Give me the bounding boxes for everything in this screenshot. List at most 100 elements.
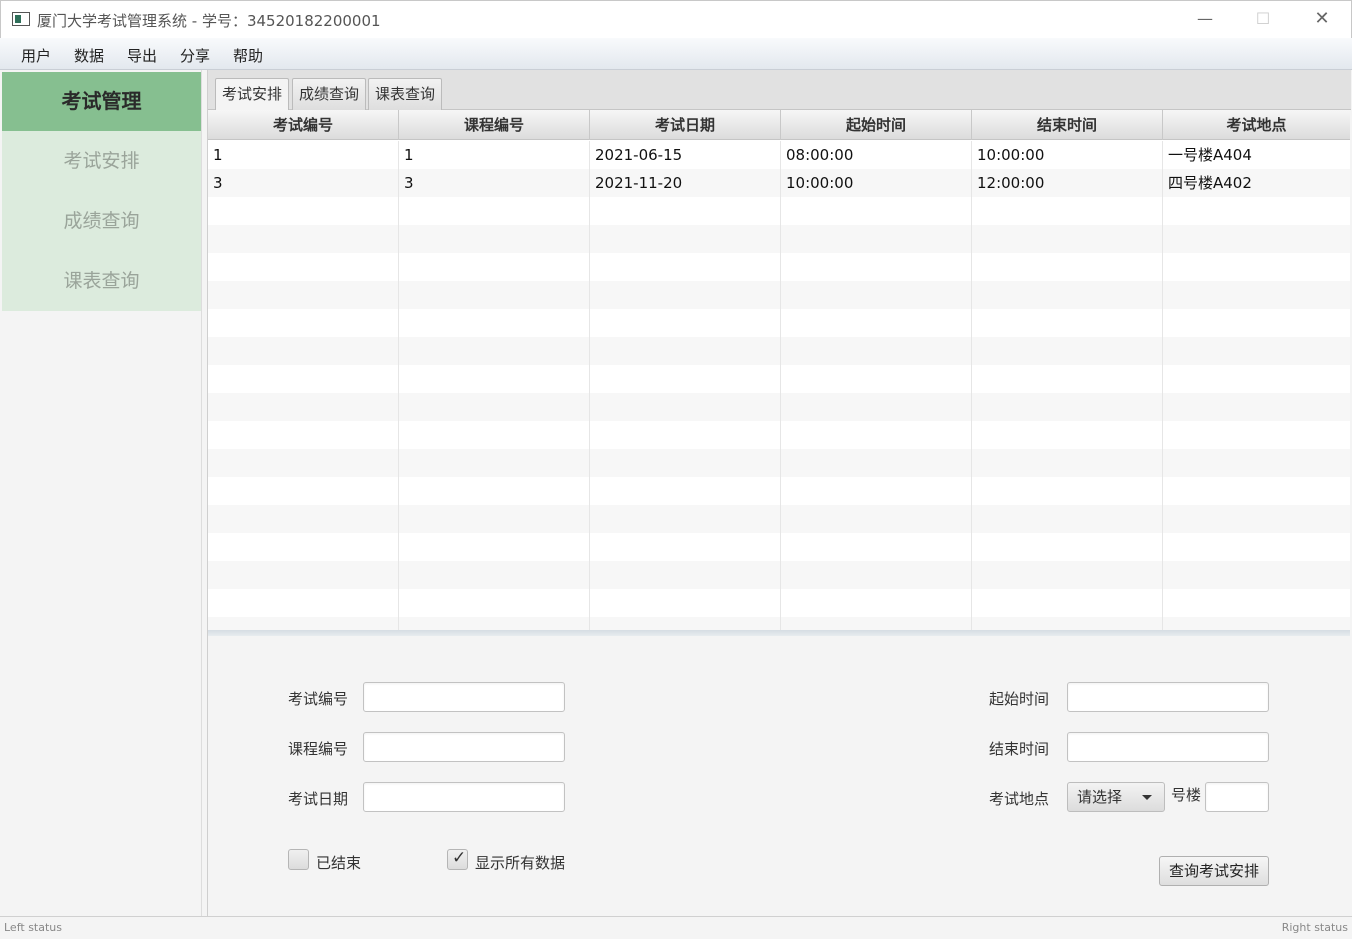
table-cell (1163, 197, 1350, 225)
table-cell (399, 617, 590, 630)
table-cell (972, 337, 1163, 365)
table-cell: 08:00:00 (781, 141, 972, 169)
table-cell: 2021-11-20 (590, 169, 781, 197)
end-time-label: 结束时间 (989, 740, 1050, 758)
title-bar: 厦门大学考试管理系统 - 学号：34520182200001 — ☐ ✕ (0, 0, 1352, 38)
query-exam-schedule-button[interactable]: 查询考试安排 (1159, 856, 1269, 886)
table-cell: 12:00:00 (972, 169, 1163, 197)
table-cell (1163, 225, 1350, 253)
table-cell: 3 (399, 169, 590, 197)
table-cell (781, 505, 972, 533)
table-cell (208, 505, 399, 533)
table-cell (399, 197, 590, 225)
table-cell (1163, 421, 1350, 449)
table-cell (399, 477, 590, 505)
empty-table-row (208, 449, 1350, 477)
empty-table-row (208, 477, 1350, 505)
end-time-input[interactable] (1067, 732, 1269, 762)
table-cell (208, 197, 399, 225)
empty-table-row (208, 505, 1350, 533)
menu-export[interactable]: 导出 (127, 45, 157, 66)
status-right: Right status (1281, 921, 1348, 934)
location-label: 考试地点 (989, 790, 1050, 808)
table-cell (399, 505, 590, 533)
menu-help[interactable]: 帮助 (233, 45, 263, 66)
table-cell (399, 281, 590, 309)
table-cell (399, 449, 590, 477)
table-cell (399, 533, 590, 561)
app-icon (12, 12, 30, 26)
tab-exam-schedule[interactable]: 考试安排 (215, 78, 290, 111)
menu-data[interactable]: 数据 (74, 45, 104, 66)
tab-grade-query[interactable]: 成绩查询 (292, 78, 367, 110)
status-bar: Left status Right status (0, 916, 1352, 939)
table-cell (972, 477, 1163, 505)
table-cell (781, 365, 972, 393)
table-cell (1163, 561, 1350, 589)
table-cell (781, 589, 972, 617)
table-cell (781, 281, 972, 309)
table-cell (208, 365, 399, 393)
sidebar-item-timetable-query[interactable]: 课表查询 (2, 251, 201, 311)
table-cell: 3 (208, 169, 399, 197)
table-cell (781, 449, 972, 477)
table-cell (208, 449, 399, 477)
empty-table-row (208, 589, 1350, 617)
table-cell (972, 225, 1163, 253)
maximize-button[interactable]: ☐ (1234, 1, 1292, 39)
room-input[interactable] (1205, 782, 1269, 812)
table-cell (972, 197, 1163, 225)
tab-timetable-query[interactable]: 课表查询 (368, 78, 443, 110)
table-cell (781, 617, 972, 630)
table-row[interactable]: 1 1 2021-06-15 08:00:00 10:00:00 一号楼A404 (208, 141, 1350, 169)
menu-user[interactable]: 用户 (21, 45, 51, 66)
table-cell (781, 337, 972, 365)
table-cell (399, 393, 590, 421)
table-cell (399, 253, 590, 281)
column-header-course-id[interactable]: 课程编号 (399, 110, 590, 140)
exam-id-input[interactable] (363, 682, 565, 712)
column-header-exam-date[interactable]: 考试日期 (590, 110, 781, 140)
exam-date-input[interactable] (363, 782, 565, 812)
table-cell (399, 589, 590, 617)
table-cell: 1 (399, 141, 590, 169)
table-cell (590, 225, 781, 253)
table-cell (208, 337, 399, 365)
table-cell (781, 197, 972, 225)
window-title: 厦门大学考试管理系统 - 学号：34520182200001 (37, 12, 381, 30)
empty-table-row (208, 533, 1350, 561)
main-panel: 考试安排 成绩查询 课表查询 考试编号 课程编号 考试日期 起始时间 结束时间 … (207, 70, 1351, 916)
start-time-input[interactable] (1067, 682, 1269, 712)
table-cell (1163, 281, 1350, 309)
close-button[interactable]: ✕ (1293, 1, 1351, 39)
show-all-checkbox[interactable]: ✓ (447, 848, 468, 870)
course-id-label: 课程编号 (288, 740, 349, 758)
table-cell (590, 505, 781, 533)
column-header-exam-id[interactable]: 考试编号 (208, 110, 399, 140)
menu-share[interactable]: 分享 (180, 45, 210, 66)
column-header-location[interactable]: 考试地点 (1163, 110, 1350, 140)
building-suffix-label: 号楼 (1171, 786, 1202, 804)
empty-table-row (208, 253, 1350, 281)
sidebar-item-grade-query[interactable]: 成绩查询 (2, 191, 201, 251)
location-select[interactable]: 请选择 (1067, 782, 1165, 812)
table-row[interactable]: 3 3 2021-11-20 10:00:00 12:00:00 四号楼A402 (208, 169, 1350, 197)
course-id-input[interactable] (363, 732, 565, 762)
table-cell (781, 309, 972, 337)
table-cell (590, 533, 781, 561)
table-cell (1163, 309, 1350, 337)
minimize-button[interactable]: — (1176, 1, 1234, 39)
table-cell (972, 505, 1163, 533)
column-header-start-time[interactable]: 起始时间 (781, 110, 972, 140)
table-cell (590, 309, 781, 337)
table-cell (781, 421, 972, 449)
table-cell (399, 421, 590, 449)
empty-table-row (208, 365, 1350, 393)
sidebar-item-exam-schedule[interactable]: 考试安排 (2, 131, 201, 191)
table-cell (972, 281, 1163, 309)
ended-checkbox[interactable] (288, 849, 309, 870)
exam-id-label: 考试编号 (288, 690, 349, 708)
status-left: Left status (4, 921, 62, 934)
table-cell: 10:00:00 (781, 169, 972, 197)
column-header-end-time[interactable]: 结束时间 (972, 110, 1163, 140)
